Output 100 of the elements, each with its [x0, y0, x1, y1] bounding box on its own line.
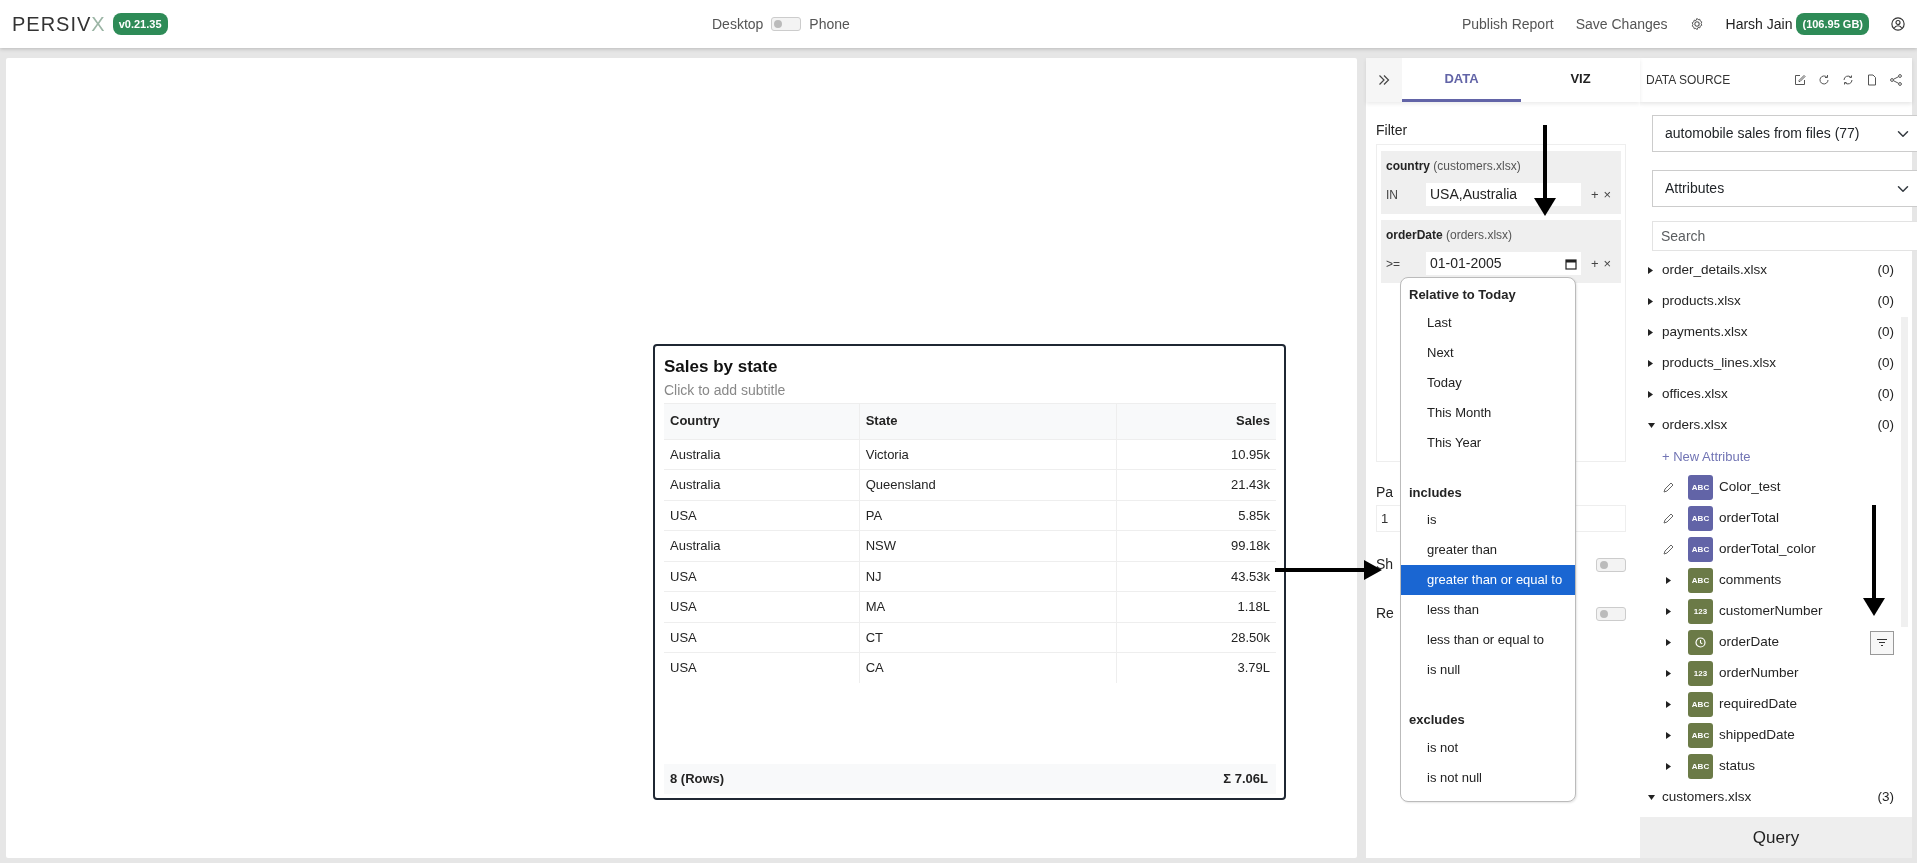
clock-icon [1695, 637, 1706, 648]
column-header[interactable]: Sales [1116, 403, 1276, 439]
attribute-row[interactable]: 123 orderNumber [1648, 658, 1894, 689]
tree-item[interactable]: products.xlsx (0) [1648, 286, 1894, 317]
attribute-row[interactable]: ABC Color_test [1648, 472, 1894, 503]
toggle-switch[interactable] [1596, 557, 1626, 572]
caret-right-icon[interactable] [1665, 670, 1671, 677]
view-toggle[interactable] [771, 17, 802, 31]
table-cell: USA [664, 591, 860, 622]
table-count: (0) [1877, 354, 1894, 373]
operator-label[interactable]: IN [1386, 185, 1426, 204]
header-link[interactable]: Publish Report [1461, 13, 1554, 35]
user-icon[interactable] [1891, 17, 1905, 31]
caret-right-icon[interactable] [1665, 701, 1671, 708]
menu-item[interactable]: greater than or equal to [1401, 565, 1575, 595]
caret-right-icon[interactable] [1648, 329, 1653, 336]
attribute-row[interactable]: ABC orderTotal [1648, 503, 1894, 534]
setting-label: Pa [1376, 483, 1394, 502]
pencil-icon[interactable] [1662, 482, 1674, 493]
menu-item[interactable]: is not null [1401, 762, 1575, 793]
tree-item[interactable]: products_lines.xlsx (0) [1648, 348, 1894, 379]
filter-value-field[interactable]: USA,Australia [1426, 183, 1581, 206]
attribute-name[interactable]: requiredDate [1719, 694, 1894, 715]
search-field[interactable]: Search [1652, 221, 1917, 251]
caret-right-icon[interactable] [1648, 391, 1653, 398]
menu-item[interactable]: less than [1401, 595, 1575, 625]
new-attribute-link[interactable]: + New Attribute [1648, 446, 1751, 467]
refresh-icon[interactable] [1818, 74, 1830, 86]
toggle-switch[interactable] [1596, 606, 1626, 621]
double-chevron-icon [1378, 74, 1390, 86]
settings-icon[interactable] [1689, 17, 1704, 31]
menu-item[interactable]: Last [1401, 307, 1575, 338]
caret-right-icon[interactable] [1648, 298, 1653, 305]
attribute-name[interactable]: orderDate [1719, 632, 1870, 653]
attribute-row[interactable]: ABC orderTotal_color [1648, 534, 1894, 565]
column-header[interactable]: State [859, 403, 1117, 439]
menu-item[interactable]: is [1401, 505, 1575, 535]
pencil-icon[interactable] [1662, 513, 1674, 524]
attribute-name[interactable]: orderNumber [1719, 663, 1894, 684]
menu-item[interactable]: greater than [1401, 535, 1575, 565]
attribute-name[interactable]: status [1719, 756, 1894, 777]
filter-button[interactable] [1870, 630, 1894, 655]
sync-icon[interactable] [1842, 74, 1854, 86]
calendar-icon[interactable] [1565, 257, 1577, 270]
caret-down-icon[interactable] [1648, 795, 1655, 800]
attribute-name[interactable]: comments [1719, 570, 1894, 591]
tree-item[interactable]: orders.xlsx (0) [1648, 410, 1894, 441]
attribute-row[interactable]: ABC comments [1648, 565, 1894, 596]
caret-right-icon[interactable] [1648, 360, 1653, 367]
data-source-select[interactable]: automobile sales from files (77) [1652, 115, 1917, 152]
caret-right-icon[interactable] [1665, 732, 1671, 739]
attribute-name[interactable]: orderTotal_color [1719, 539, 1894, 560]
menu-item[interactable]: Today [1401, 367, 1575, 398]
panel-tab[interactable]: VIZ [1521, 58, 1640, 102]
tree-item[interactable]: order_details.xlsx (0) [1648, 255, 1894, 286]
attribute-row[interactable]: ABC status [1648, 751, 1894, 782]
header-link[interactable]: Save Changes [1575, 13, 1668, 35]
attribute-name[interactable]: customerNumber [1719, 601, 1894, 622]
table-widget[interactable] [653, 344, 1286, 800]
attribute-row[interactable]: 123 customerNumber [1648, 596, 1894, 627]
remove-button[interactable]: × [1603, 184, 1612, 205]
pencil-icon[interactable] [1662, 544, 1674, 555]
attribute-row[interactable]: ABC shippedDate [1648, 720, 1894, 751]
menu-item[interactable]: is not [1401, 732, 1575, 763]
attribute-name[interactable]: Color_test [1719, 477, 1894, 498]
caret-right-icon[interactable] [1665, 577, 1671, 584]
panel-tab[interactable]: DATA [1402, 58, 1521, 102]
document-icon[interactable] [1866, 74, 1878, 86]
add-button[interactable]: + [1591, 184, 1599, 205]
table-cell: 21.43k [1116, 469, 1276, 500]
caret-down-icon[interactable] [1648, 423, 1655, 428]
edit-icon[interactable] [1794, 74, 1806, 86]
menu-item[interactable]: less than or equal to [1401, 625, 1575, 655]
widget-subtitle[interactable]: Click to add subtitle [664, 379, 1276, 401]
query-button[interactable]: Query [1640, 817, 1912, 858]
setting-label: Sh [1376, 555, 1394, 574]
user-name[interactable]: Harsh Jain [1725, 13, 1793, 35]
tree-item[interactable]: payments.xlsx (0) [1648, 317, 1894, 348]
attribute-name[interactable]: shippedDate [1719, 725, 1894, 746]
tree-item[interactable]: offices.xlsx (0) [1648, 379, 1894, 410]
operator-label[interactable]: >= [1386, 254, 1426, 273]
column-header[interactable]: Country [664, 403, 860, 439]
share-nodes-icon[interactable] [1890, 74, 1902, 86]
attribute-row[interactable]: ABC requiredDate [1648, 689, 1894, 720]
tree-item[interactable]: customers.xlsx (3) [1648, 782, 1894, 813]
remove-button[interactable]: × [1603, 253, 1612, 274]
type-badge: ABC [1688, 754, 1713, 779]
caret-right-icon[interactable] [1648, 267, 1653, 274]
caret-right-icon[interactable] [1665, 608, 1671, 615]
type-badge: ABC [1688, 475, 1713, 500]
menu-item[interactable]: This Year [1401, 427, 1575, 458]
attribute-name[interactable]: orderTotal [1719, 508, 1894, 529]
caret-right-icon[interactable] [1665, 763, 1671, 770]
menu-item[interactable]: Next [1401, 337, 1575, 368]
add-button[interactable]: + [1591, 253, 1599, 274]
menu-item[interactable]: This Month [1401, 397, 1575, 428]
view-select[interactable]: Attributes [1652, 170, 1917, 207]
menu-item[interactable]: is null [1401, 655, 1575, 685]
caret-right-icon[interactable] [1665, 639, 1671, 646]
filter-value-field[interactable]: 01-01-2005 [1426, 252, 1581, 275]
